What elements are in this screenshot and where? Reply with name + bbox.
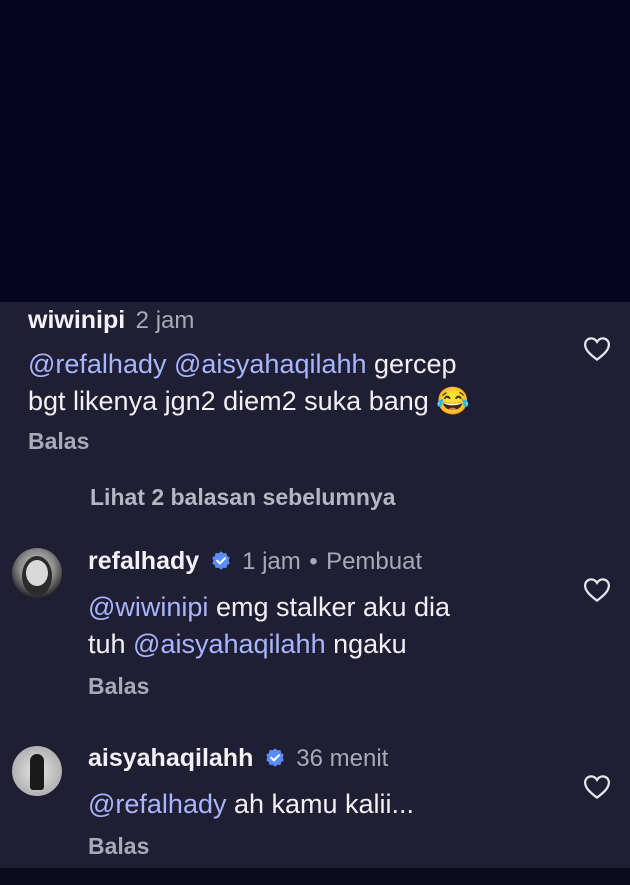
avatar[interactable] bbox=[12, 746, 62, 796]
heart-icon[interactable] bbox=[582, 772, 612, 802]
reply-button[interactable]: Balas bbox=[28, 428, 568, 455]
comment-text: tuh bbox=[88, 629, 134, 659]
reply-button[interactable]: Balas bbox=[88, 833, 568, 860]
comment-username[interactable]: refalhady bbox=[88, 547, 199, 575]
reply-button[interactable]: Balas bbox=[88, 673, 568, 700]
comment-header: aisyahaqilahh 36 menit bbox=[88, 744, 568, 774]
meta-separator: • bbox=[309, 548, 318, 575]
tears-of-joy-emoji: 😂 bbox=[436, 386, 470, 416]
avatar[interactable] bbox=[12, 548, 62, 598]
creator-label: Pembuat bbox=[326, 548, 423, 575]
heart-icon[interactable] bbox=[582, 334, 612, 364]
comment-text: bgt likenya jgn2 diem2 suka bang bbox=[28, 386, 429, 416]
verified-badge-icon bbox=[266, 748, 284, 767]
comment-body: @refalhady ah kamu kalii... bbox=[88, 786, 568, 823]
video-area bbox=[0, 0, 630, 302]
comment-wiwinipi: wiwinipi 2 jam @refalhady @aisyahaqilahh… bbox=[28, 306, 568, 455]
comment-time: 36 menit bbox=[296, 745, 389, 772]
comment-text: ah kamu kalii... bbox=[226, 789, 415, 819]
bottom-strip bbox=[0, 868, 630, 885]
comment-body: @wiwinipi emg stalker aku dia tuh @aisya… bbox=[88, 589, 568, 663]
verified-badge-icon bbox=[211, 551, 230, 570]
comment-body: @refalhady @aisyahaqilahh gercep bgt lik… bbox=[28, 346, 568, 420]
mention-link[interactable]: @aisyahaqilahh bbox=[133, 629, 326, 659]
comment-header: wiwinipi 2 jam bbox=[28, 306, 568, 336]
comment-time: 2 jam bbox=[135, 307, 195, 334]
comment-username[interactable]: wiwinipi bbox=[28, 306, 125, 334]
comment-username[interactable]: aisyahaqilahh bbox=[88, 744, 253, 772]
mention-link[interactable]: @refalhady @aisyahaqilahh bbox=[28, 349, 367, 379]
view-previous-replies[interactable]: Lihat 2 balasan sebelumnya bbox=[90, 484, 396, 511]
comment-text: emg stalker aku dia bbox=[208, 592, 451, 622]
comment-text: gercep bbox=[366, 349, 457, 379]
mention-link[interactable]: @refalhady bbox=[88, 789, 226, 819]
mention-link[interactable]: @wiwinipi bbox=[88, 592, 208, 622]
heart-icon[interactable] bbox=[582, 575, 612, 605]
comment-text: ngaku bbox=[325, 629, 407, 659]
comment-aisyahaqilahh: aisyahaqilahh 36 menit @refalhady ah kam… bbox=[88, 744, 568, 860]
comment-refalhady: refalhady 1 jam • Pembuat @wiwinipi emg … bbox=[88, 547, 568, 700]
comment-header: refalhady 1 jam • Pembuat bbox=[88, 547, 568, 577]
comment-time: 1 jam bbox=[242, 548, 301, 575]
